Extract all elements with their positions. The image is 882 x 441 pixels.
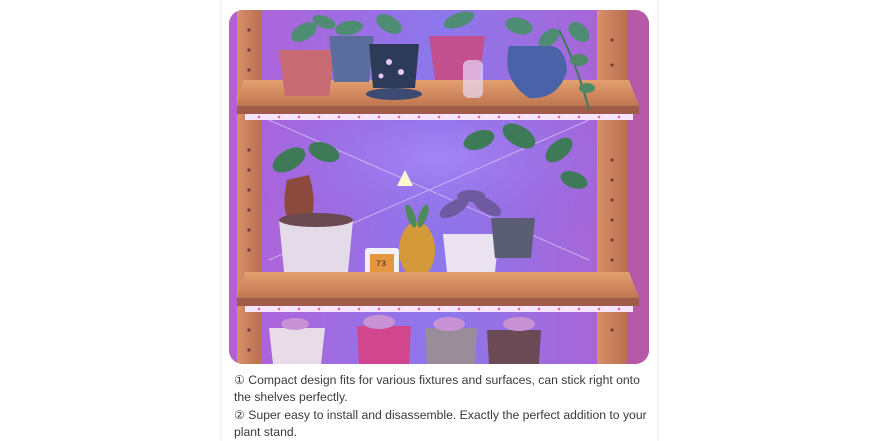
temperature-readout: 73 — [376, 259, 386, 269]
product-caption: ① Compact design fits for various fixtur… — [234, 372, 652, 441]
caption-line-1: ① Compact design fits for various fixtur… — [234, 373, 640, 405]
product-photo: 73 72 — [229, 10, 649, 364]
caption-line-2: ② Super easy to install and disassemble.… — [234, 407, 647, 439]
pineapple-pot — [399, 222, 435, 278]
plant-shelf-illustration: 73 72 — [229, 10, 649, 364]
middle-shelf — [237, 272, 639, 312]
